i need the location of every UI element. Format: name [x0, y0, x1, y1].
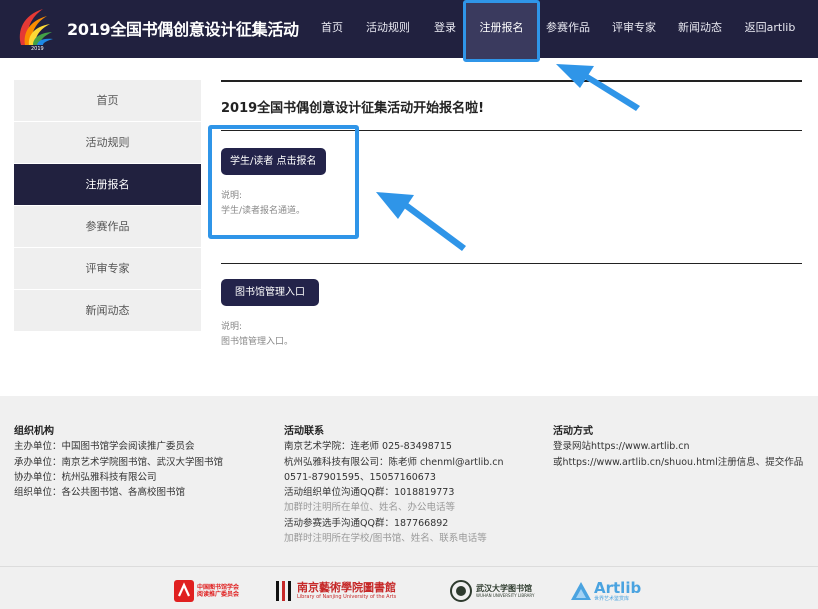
footer-contact-note: 加群时注明所在单位、姓名、办公电话等: [284, 502, 456, 514]
footer-method-link[interactable]: 登录网站https://www.artlib.cn: [553, 439, 803, 454]
event-logo[interactable]: 2019: [13, 5, 55, 51]
lsc-emblem-icon: [174, 580, 194, 602]
partner-lsc-logo[interactable]: 中国图书馆学会 阅读推广委员会: [174, 578, 239, 604]
sidebar-item-register[interactable]: 注册报名: [14, 164, 201, 206]
arrow-to-button-icon: [376, 192, 466, 251]
footer-method: 活动方式 登录网站https://www.artlib.cn 或https://…: [553, 424, 803, 470]
site-footer: 组织机构 主办单位：中国图书馆学会阅读推广委员会 承办单位：南京艺术学院图书馆、…: [0, 396, 818, 609]
footer-org-line: 主办单位：中国图书馆学会阅读推广委员会: [14, 441, 195, 453]
section-divider: [221, 263, 802, 264]
partner-lsc-sub: 阅读推广委员会: [197, 591, 240, 598]
sidebar-item-judges[interactable]: 评审专家: [14, 248, 201, 290]
footer-contact-note: 加群时注明所在学校/图书馆、姓名、联系电话等: [284, 533, 487, 545]
sidebar-item-news[interactable]: 新闻动态: [14, 290, 201, 332]
footer-contact-line: 活动组织单位沟通QQ群：1018819773: [284, 487, 455, 499]
site-title: 2019全国书偶创意设计征集活动: [67, 20, 299, 39]
whu-seal-icon: [450, 580, 472, 602]
footer-contact-line[interactable]: 杭州弘雅科技有限公司：陈老师 chenml@artlib.cn: [284, 455, 504, 470]
footer-organization: 组织机构 主办单位：中国图书馆学会阅读推广委员会 承办单位：南京艺术学院图书馆、…: [14, 424, 223, 500]
nav-rules[interactable]: 活动规则: [362, 0, 414, 58]
footer-contact: 活动联系 南京艺术学院：连老师 025-83498715 杭州弘雅科技有限公司：…: [284, 424, 504, 546]
arrow-to-nav-icon: [556, 64, 640, 111]
artlib-triangle-icon: [571, 582, 591, 600]
top-divider: [221, 80, 802, 82]
partner-nua-sub: Library of Nanjing University of the Art…: [297, 594, 397, 600]
footer-org-line: 承办单位：南京艺术学院图书馆、武汉大学图书馆: [14, 456, 224, 468]
footer-contact-line: 活动参赛选手沟通QQ群：187766892: [284, 517, 449, 529]
nua-emblem-icon: [276, 581, 291, 601]
partner-artlib-name: Artlib: [594, 578, 642, 597]
footer-contact-title: 活动联系: [284, 426, 324, 437]
nav-home[interactable]: 首页: [314, 0, 350, 58]
nav-back-artlib[interactable]: 返回artlib: [740, 0, 800, 58]
library-note: 说明: 图书馆管理入口。: [221, 320, 293, 350]
library-note-text: 图书馆管理入口。: [221, 337, 294, 347]
sidebar-item-home[interactable]: 首页: [14, 80, 201, 122]
sidebar-item-entries[interactable]: 参赛作品: [14, 206, 201, 248]
nav-judges[interactable]: 评审专家: [608, 0, 660, 58]
nav-login[interactable]: 登录: [427, 0, 463, 58]
footer-org-line: 协办单位：杭州弘雅科技有限公司: [14, 471, 157, 483]
nav-entries[interactable]: 参赛作品: [542, 0, 594, 58]
student-highlight-box: [208, 125, 359, 239]
partner-nua-logo[interactable]: 南京藝術學院圖書館 Library of Nanjing University …: [274, 578, 396, 604]
partner-whu-name: 武汉大学图书馆: [476, 583, 532, 593]
library-note-label: 说明:: [221, 322, 243, 332]
partner-logos: 中国图书馆学会 阅读推广委员会 南京藝術學院圖書館 Library of Nan…: [0, 578, 818, 608]
footer-contact-line: 0571-87901595、15057160673: [284, 471, 436, 483]
partner-lsc-name: 中国图书馆学会: [197, 584, 240, 591]
svg-text:2019: 2019: [31, 46, 44, 51]
sidebar: 首页 活动规则 注册报名 参赛作品 评审专家 新闻动态: [14, 80, 201, 332]
footer-divider: [0, 566, 818, 567]
footer-org-line: 组织单位：各公共图书馆、各高校图书馆: [14, 487, 186, 499]
library-admin-button[interactable]: 图书馆管理入口: [221, 279, 319, 306]
nav-register[interactable]: 注册报名: [463, 0, 540, 62]
page-title: 2019全国书偶创意设计征集活动开始报名啦!: [221, 101, 485, 116]
footer-method-title: 活动方式: [553, 426, 593, 437]
sidebar-item-rules[interactable]: 活动规则: [14, 122, 201, 164]
partner-artlib-logo[interactable]: Artlib 世界艺术鉴赏库: [570, 578, 641, 604]
partner-nua-name: 南京藝術學院圖書館: [297, 581, 396, 594]
footer-method-link[interactable]: 或https://www.artlib.cn/shuou.html注册信息、提交…: [553, 455, 803, 470]
nav-news[interactable]: 新闻动态: [674, 0, 726, 58]
partner-whu-logo[interactable]: 武汉大学图书馆 WUHAN UNIVERSITY LIBRARY: [450, 578, 534, 604]
site-header: 2019 2019全国书偶创意设计征集活动 首页 活动规则 登录 注册报名 参赛…: [0, 0, 818, 62]
footer-org-title: 组织机构: [14, 426, 54, 437]
partner-whu-sub: WUHAN UNIVERSITY LIBRARY: [476, 592, 535, 598]
footer-contact-line: 南京艺术学院：连老师 025-83498715: [284, 441, 452, 453]
